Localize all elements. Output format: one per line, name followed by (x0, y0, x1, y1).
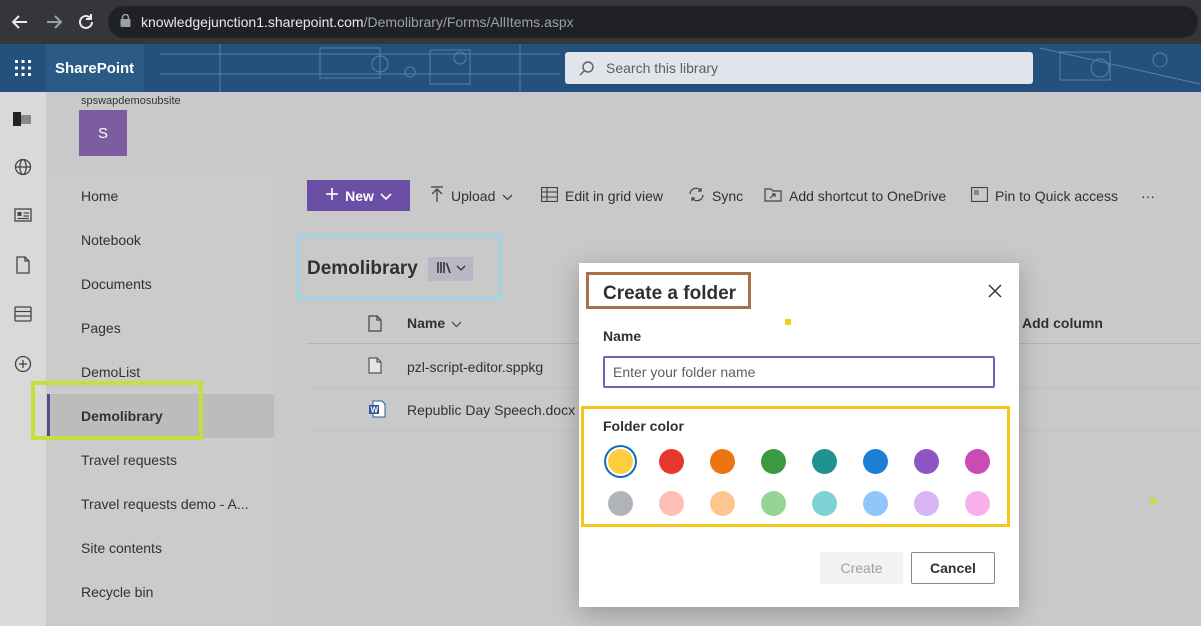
color-swatch[interactable] (812, 491, 837, 516)
pin-quick-access-button[interactable]: Pin to Quick access (970, 180, 1118, 211)
sharepoint-brand[interactable]: SharePoint (46, 44, 144, 92)
pin-quick-access-label: Pin to Quick access (995, 187, 1118, 204)
reload-icon[interactable] (70, 6, 102, 38)
color-swatch[interactable] (659, 491, 684, 516)
pin-icon (970, 186, 989, 205)
color-swatch[interactable] (608, 449, 633, 474)
color-swatch[interactable] (812, 449, 837, 474)
color-swatch[interactable] (659, 449, 684, 474)
folder-name-input[interactable] (603, 356, 995, 388)
add-shortcut-label: Add shortcut to OneDrive (789, 187, 947, 204)
annotation-marker (1150, 498, 1156, 504)
color-swatch[interactable] (965, 491, 990, 516)
color-swatch[interactable] (761, 491, 786, 516)
dialog-title: Create a folder (603, 283, 737, 304)
document-icon[interactable] (12, 254, 34, 276)
sync-label: Sync (712, 187, 744, 204)
library-title: Demolibrary (307, 258, 418, 279)
globe-icon[interactable] (12, 156, 34, 178)
color-swatch[interactable] (608, 491, 633, 516)
search-icon (579, 60, 594, 76)
plus-icon (325, 187, 339, 204)
site-logo[interactable]: S (79, 110, 127, 156)
color-swatch[interactable] (710, 491, 735, 516)
add-shortcut-button[interactable]: Add shortcut to OneDrive (764, 180, 946, 211)
upload-icon (430, 186, 444, 205)
annotation-marker (785, 319, 791, 325)
nav-item-travel-requests[interactable]: Travel requests (81, 438, 177, 482)
nav-item-pages[interactable]: Pages (81, 306, 121, 350)
url-host: knowledgejunction1.sharepoint.com (141, 14, 364, 30)
word-icon: W (368, 400, 386, 421)
new-label: New (345, 187, 374, 204)
svg-text:W: W (371, 406, 379, 415)
shortcut-icon (764, 187, 782, 205)
app-launcher-icon[interactable] (0, 44, 46, 92)
library-view-button[interactable] (428, 257, 473, 281)
color-swatch[interactable] (965, 449, 990, 474)
address-bar[interactable]: knowledgejunction1.sharepoint.com/Demoli… (108, 6, 1198, 38)
file-name[interactable]: Republic Day Speech.docx (407, 402, 575, 418)
edit-grid-view-label: Edit in grid view (565, 187, 664, 204)
nav-item-travel-requests-demo[interactable]: Travel requests demo - A... (81, 482, 249, 526)
color-swatch[interactable] (914, 491, 939, 516)
column-name-label: Name (407, 315, 446, 331)
nav-item-documents[interactable]: Documents (81, 262, 152, 306)
back-icon[interactable] (4, 6, 36, 38)
create-button[interactable]: Create (820, 552, 903, 584)
color-swatch[interactable] (710, 449, 735, 474)
edit-grid-view-button[interactable]: Edit in grid view (540, 180, 664, 211)
cancel-button[interactable]: Cancel (911, 552, 995, 584)
annotation-highlight-nav (31, 381, 203, 440)
folder-color-label: Folder color (603, 418, 684, 434)
color-swatch[interactable] (863, 449, 888, 474)
list-icon[interactable] (12, 303, 34, 325)
upload-button[interactable]: Upload (430, 180, 513, 211)
color-swatch[interactable] (914, 449, 939, 474)
search-placeholder: Search this library (606, 60, 719, 76)
teams-icon[interactable] (12, 108, 34, 130)
chevron-down-icon (451, 315, 462, 331)
color-swatch[interactable] (761, 449, 786, 474)
browser-toolbar: knowledgejunction1.sharepoint.com/Demoli… (0, 0, 1201, 44)
url-path: /Demolibrary/Forms/AllItems.aspx (363, 14, 574, 30)
chevron-down-icon (456, 263, 466, 275)
nav-item-recycle-bin[interactable]: Recycle bin (81, 570, 153, 614)
upload-label: Upload (451, 187, 496, 204)
nav-item-site-contents[interactable]: Site contents (81, 526, 162, 570)
new-button[interactable]: New (307, 180, 410, 211)
name-label: Name (603, 328, 642, 344)
suite-bar: SharePoint Search this library (0, 44, 1201, 92)
chevron-down-icon (380, 188, 392, 204)
nav-item-notebook[interactable]: Notebook (81, 218, 141, 262)
news-icon[interactable] (12, 204, 34, 226)
file-name[interactable]: pzl-script-editor.sppkg (407, 359, 543, 375)
chevron-down-icon (502, 188, 513, 204)
site-name[interactable]: spswapdemosubsite (81, 95, 181, 107)
file-type-icon[interactable] (368, 315, 382, 335)
file-icon (368, 357, 382, 377)
forward-icon[interactable] (38, 6, 70, 38)
lock-icon (120, 13, 131, 30)
app-rail (0, 92, 46, 626)
library-icon (436, 261, 452, 277)
add-icon[interactable] (12, 353, 34, 375)
search-input[interactable]: Search this library (565, 52, 1033, 84)
grid-icon (540, 186, 559, 205)
nav-item-home[interactable]: Home (81, 174, 118, 218)
column-name-header[interactable]: Name (407, 315, 462, 331)
more-commands-button[interactable]: ··· (1141, 180, 1155, 211)
sync-button[interactable]: Sync (688, 180, 743, 211)
sync-icon (688, 187, 705, 205)
add-column-header[interactable]: Add column (1022, 315, 1103, 331)
color-swatch[interactable] (863, 491, 888, 516)
close-icon[interactable] (984, 280, 1006, 302)
